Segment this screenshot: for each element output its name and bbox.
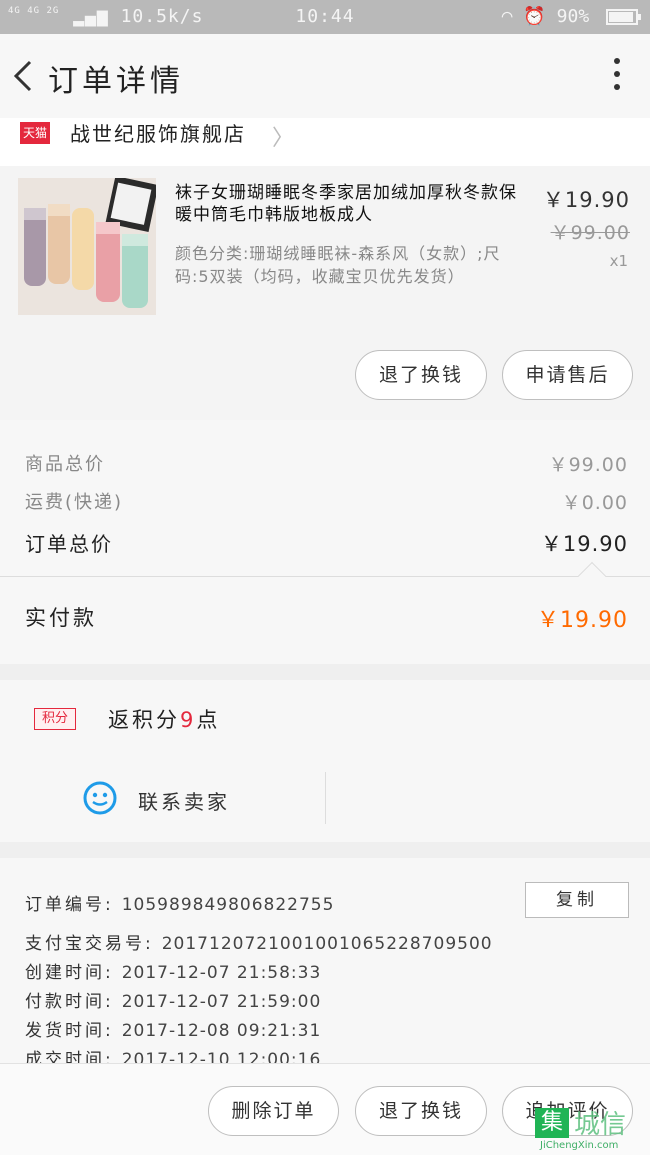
completed-time: 2017-12-10 12:00:16 bbox=[121, 1050, 322, 1063]
info-label: 成交时间: bbox=[25, 1050, 114, 1063]
shop-header[interactable]: 天猫 战世纪服饰旗舰店 〉 bbox=[0, 118, 650, 166]
points-badge: 积分 bbox=[34, 708, 76, 730]
socks-photo bbox=[18, 178, 156, 315]
points-text: 返积分9点 bbox=[108, 704, 220, 734]
chat-bubble-icon[interactable] bbox=[82, 780, 118, 816]
page-title: 订单详情 bbox=[48, 64, 184, 99]
alarm-icon: ⏰ bbox=[523, 6, 546, 27]
status-right: ◠ ⏰ 90% bbox=[501, 6, 641, 27]
points-section: 积分 返积分9点 联系卖家 bbox=[0, 680, 650, 842]
divider bbox=[0, 576, 650, 577]
shipped-time: 2017-12-08 09:21:31 bbox=[121, 1021, 322, 1041]
product-quantity: x1 bbox=[609, 252, 628, 270]
refund-button-bottom[interactable]: 退了换钱 bbox=[355, 1086, 487, 1136]
chevron-right-icon: 〉 bbox=[272, 126, 295, 151]
top-nav-bar: 订单详情 bbox=[0, 34, 650, 118]
created-time: 2017-12-07 21:58:33 bbox=[121, 963, 322, 983]
paid-time-row: 付款时间: 2017-12-07 21:59:00 bbox=[25, 987, 321, 1012]
goods-total-value: ￥99.00 bbox=[548, 454, 628, 476]
tmall-badge-icon: 天猫 bbox=[20, 122, 50, 144]
points-suffix: 点 bbox=[196, 708, 221, 732]
order-total-value: ￥19.90 bbox=[540, 532, 628, 556]
watermark-text: 城信 bbox=[574, 1110, 627, 1140]
order-total-label: 订单总价 bbox=[25, 532, 113, 556]
completed-time-row: 成交时间: 2017-12-10 12:00:16 bbox=[25, 1045, 321, 1063]
shipped-time-row: 发货时间: 2017-12-08 09:21:31 bbox=[25, 1016, 321, 1041]
delete-order-button[interactable]: 删除订单 bbox=[208, 1086, 339, 1136]
info-label: 发货时间: bbox=[25, 1021, 114, 1041]
points-number: 9 bbox=[180, 708, 197, 732]
info-label: 订单编号: bbox=[25, 895, 114, 915]
watermark-logo: 集 bbox=[535, 1108, 569, 1138]
product-original-price: ￥99.00 bbox=[550, 222, 630, 244]
after-sale-button[interactable]: 申请售后 bbox=[502, 350, 633, 400]
shipping-label: 运费(快递) bbox=[25, 492, 124, 513]
contact-seller-button[interactable]: 联系卖家 bbox=[138, 786, 230, 815]
battery-icon bbox=[606, 9, 641, 25]
paid-label: 实付款 bbox=[25, 606, 97, 630]
info-label: 创建时间: bbox=[25, 963, 114, 983]
created-time-row: 创建时间: 2017-12-07 21:58:33 bbox=[25, 958, 321, 983]
price-summary: 商品总价 ￥99.00 运费(快递) ￥0.00 订单总价 ￥19.90 实付款… bbox=[0, 420, 650, 664]
watermark: 集 城信 JiChengXin.com bbox=[530, 1100, 650, 1155]
info-label: 付款时间: bbox=[25, 992, 114, 1012]
copy-button[interactable]: 复制 bbox=[525, 882, 629, 918]
paid-time: 2017-12-07 21:59:00 bbox=[121, 992, 322, 1012]
product-image[interactable] bbox=[18, 178, 156, 315]
alipay-trade-number: 2017120721001001065228709500 bbox=[161, 934, 493, 954]
product-price: ￥19.90 bbox=[542, 188, 630, 212]
product-card: 袜子女珊瑚睡眠冬季家居加绒加厚秋冬款保暖中筒毛巾韩版地板成人 颜色分类:珊瑚绒睡… bbox=[0, 166, 650, 420]
points-prefix: 返积分 bbox=[108, 708, 180, 732]
alipay-row: 支付宝交易号: 2017120721001001065228709500 bbox=[25, 929, 493, 954]
divider bbox=[325, 772, 326, 824]
order-info: 订单编号: 105989849806822755 复制 支付宝交易号: 201712… bbox=[0, 858, 650, 1063]
paid-value: ￥19.90 bbox=[537, 608, 628, 633]
more-options-icon[interactable] bbox=[612, 58, 622, 94]
refund-button[interactable]: 退了换钱 bbox=[355, 350, 487, 400]
status-bar: 4G 4G 2G ▂▄▆ 10.5k/s 10:44 ◠ ⏰ 90% bbox=[0, 0, 650, 34]
battery-percent: 90% bbox=[556, 6, 590, 27]
shop-name[interactable]: 战世纪服饰旗舰店 bbox=[70, 118, 246, 147]
shipping-value: ￥0.00 bbox=[561, 492, 628, 514]
info-label: 支付宝交易号: bbox=[25, 934, 154, 954]
product-title[interactable]: 袜子女珊瑚睡眠冬季家居加绒加厚秋冬款保暖中筒毛巾韩版地板成人 bbox=[175, 182, 530, 226]
order-number: 105989849806822755 bbox=[121, 895, 335, 915]
watermark-url: JiChengXin.com bbox=[540, 1140, 619, 1151]
goods-total-label: 商品总价 bbox=[25, 454, 105, 475]
headphone-icon: ◠ bbox=[501, 6, 513, 27]
product-sku: 颜色分类:珊瑚绒睡眠袜-森系风（女款）;尺码:5双装（均码，收藏宝贝优先发货） bbox=[175, 244, 501, 286]
caret-up-icon bbox=[577, 561, 607, 591]
back-arrow-icon[interactable] bbox=[10, 58, 38, 94]
order-number-row: 订单编号: 105989849806822755 bbox=[25, 890, 334, 915]
